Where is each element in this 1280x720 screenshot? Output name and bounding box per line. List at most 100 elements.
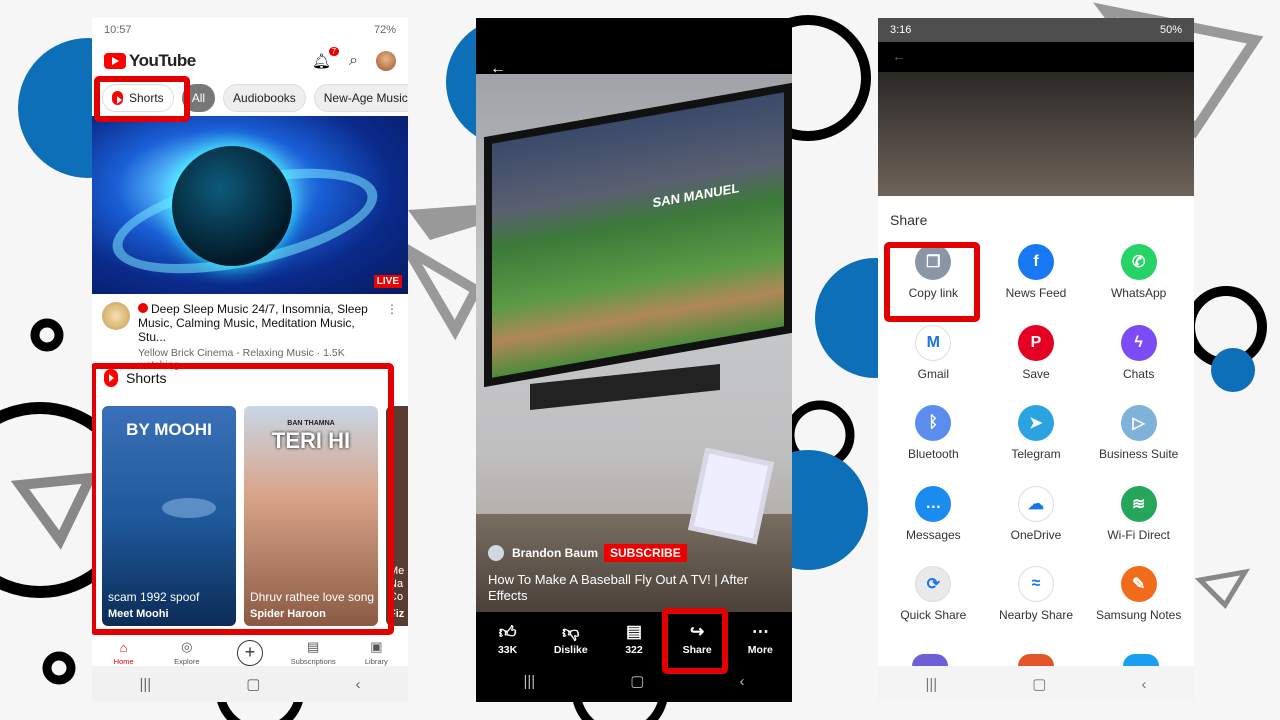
share-target-label: OneDrive [1010,527,1062,542]
subscriptions-icon: ▤ [307,639,320,654]
status-battery: 50% [1159,24,1182,36]
back-icon[interactable]: ‹ [355,676,360,693]
search-icon[interactable]: ⌕ [349,52,358,70]
highlight-shorts-chip [94,76,190,122]
share-target-label: Bluetooth [907,447,959,461]
home-icon: ⌂ [119,640,128,655]
chip-audiobooks[interactable]: Audiobooks [223,84,306,112]
share-target-samsung-notes[interactable]: ✎ Samsung Notes [1087,562,1190,635]
share-target-label: Wi-Fi Direct [1107,527,1170,542]
gmail-icon: M [915,324,952,361]
video-title[interactable]: Deep Sleep Music 24/7, Insomnia, Sleep M… [138,302,380,344]
share-sheet-screen: 3:16 50% ← Share ❐ Copy link f News Feed ✆ Wh… [878,18,1194,702]
recents-icon[interactable]: ||| [524,673,536,690]
system-nav-bar: ||| ▢ ‹ [476,660,792,702]
nav-home[interactable]: ⌂ Home [94,640,154,666]
share-target-nearby-share[interactable]: ≈ Nearby Share [985,562,1088,635]
dislike-button[interactable]: 👎︎ Dislike [541,622,601,656]
tv-stadium-text: SAN MANUEL [652,179,740,210]
create-button[interactable]: + [220,640,280,666]
bottom-navigation: ⌂ Home ◎ Explore + ▤ Subscriptions ▣ Library [92,634,408,666]
more-button[interactable]: ⋯ More [730,622,790,656]
channel-avatar[interactable] [102,302,130,330]
channel-avatar[interactable] [488,545,504,561]
share-target-label: Gmail [917,366,949,381]
recents-icon[interactable]: ||| [140,676,152,693]
share-target-wi-fi-direct[interactable]: ≋ Wi-Fi Direct [1087,482,1190,555]
comment-icon: ▤ [625,622,642,641]
compass-icon: ◎ [181,639,193,654]
share-target-label: Nearby Share [998,608,1074,622]
youtube-play-icon [104,53,126,69]
channel-name[interactable]: Brandon Baum [512,546,598,560]
more-icon: ⋯ [751,622,769,641]
quick-share-icon: ⟳ [915,566,952,602]
share-target-chats[interactable]: ϟ Chats [1087,321,1190,394]
share-target-gmail[interactable]: M Gmail [882,321,985,394]
system-nav-bar: ||| ▢ ‹ [878,666,1194,702]
recents-icon[interactable]: ||| [926,676,938,693]
pinterest-icon: P [1017,324,1054,361]
home-circle-icon[interactable]: ▢ [246,675,260,693]
app-header: YouTube 🔔︎ 7 ⌕ [92,42,408,80]
share-target-label: Samsung Notes [1095,608,1182,622]
bluetooth-icon: ᛒ [915,405,952,441]
share-target-news-feed[interactable]: f News Feed [985,240,1088,313]
highlight-copy-link [884,242,980,322]
live-badge: LIVE [373,275,402,288]
share-target-label: Messages [905,527,961,542]
back-icon[interactable]: ‹ [739,673,744,690]
share-target-label: Business Suite [1098,447,1179,461]
share-target-label: WhatsApp [1110,286,1167,300]
more-options-icon[interactable]: ⋮ [380,302,398,354]
share-target-label: Save [1022,366,1050,381]
nav-library[interactable]: ▣ Library [346,639,406,666]
whatsapp-icon: ✆ [1120,244,1157,280]
back-icon[interactable]: ‹ [1141,676,1146,693]
status-time: 3:16 [890,24,912,36]
highlight-share-button [662,608,728,674]
share-target-onedrive[interactable]: ☁ OneDrive [985,482,1088,555]
system-nav-bar: ||| ▢ ‹ [92,666,408,702]
live-dot-icon [138,303,148,313]
share-target-quick-share[interactable]: ⟳ Quick Share [882,562,985,635]
share-target-messages[interactable]: … Messages [882,482,985,555]
telegram-icon: ➤ [1017,405,1054,441]
share-target-telegram[interactable]: ➤ Telegram [985,401,1088,474]
video-info[interactable]: Deep Sleep Music 24/7, Insomnia, Sleep M… [92,294,408,371]
messages-icon: … [915,485,952,522]
tv-scene: SAN MANUEL [484,82,792,388]
home-circle-icon[interactable]: ▢ [630,672,644,690]
status-time: 10:57 [104,24,132,36]
video-thumbnail[interactable]: LIVE [92,116,408,294]
back-arrow-icon[interactable]: ← [892,48,906,64]
comments-button[interactable]: ▤ 322 [604,622,664,656]
samsung-notes-icon: ✎ [1120,566,1157,602]
dislike-icon: 👎︎ [562,623,580,642]
bell-icon: 🔔︎ [311,53,332,70]
share-target-label: Telegram [1011,447,1061,461]
avatar[interactable] [376,51,396,71]
share-target-bluetooth[interactable]: ᛒ Bluetooth [882,401,985,474]
share-target-label: Chats [1122,366,1155,381]
youtube-logo[interactable]: YouTube [104,51,196,71]
subscribe-button[interactable]: SUBSCRIBE [604,544,687,562]
notification-badge: 7 [328,47,340,56]
nav-explore[interactable]: ◎ Explore [157,639,217,666]
share-target-whatsapp[interactable]: ✆ WhatsApp [1087,240,1190,313]
share-target-label: News Feed [1005,286,1067,300]
library-icon: ▣ [370,639,383,654]
video-player[interactable]: SAN MANUEL [476,74,792,612]
nearby-share-icon: ≈ [1017,566,1054,602]
share-target-business-suite[interactable]: ▷ Business Suite [1087,401,1190,474]
notifications-button[interactable]: 🔔︎ 7 [311,47,340,70]
action-bar: 👍︎ 33K 👎︎ Dislike ▤ 322 ↪ Share ⋯ More [476,622,792,656]
chip-new-age-music[interactable]: New-Age Music [313,84,408,112]
share-target-save[interactable]: P Save [985,321,1088,394]
home-circle-icon[interactable]: ▢ [1032,675,1046,693]
facebook-icon: f [1017,244,1054,280]
youtube-home-screen: 10:57 72% YouTube 🔔︎ 7 ⌕ Shorts All Audi… [92,18,408,702]
business-suite-icon: ▷ [1120,405,1157,441]
nav-subscriptions[interactable]: ▤ Subscriptions [283,639,343,666]
like-button[interactable]: 👍︎ 33K [478,622,538,656]
